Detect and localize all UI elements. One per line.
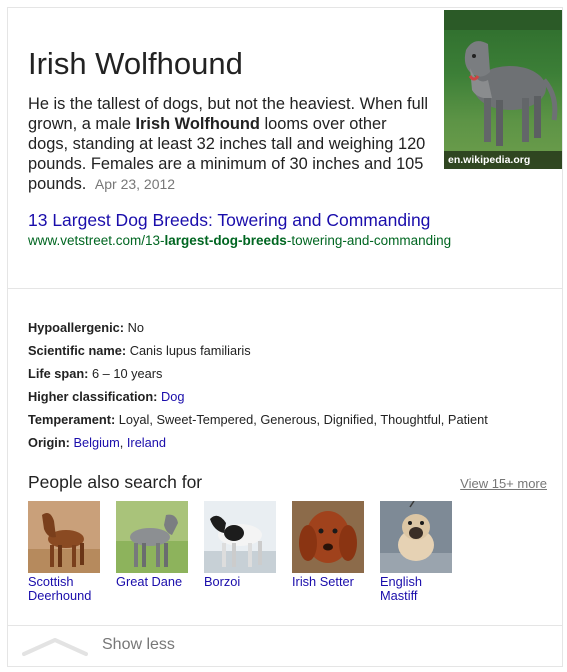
dog-thumbnail-icon: [380, 501, 452, 573]
related-breed-label[interactable]: Scottish Deerhound: [28, 575, 102, 603]
entity-image[interactable]: en.wikipedia.org: [444, 10, 562, 169]
view-more-link[interactable]: View 15+ more: [460, 476, 547, 491]
dog-thumbnail-icon: [292, 501, 364, 573]
fact-value: 6 – 10 years: [92, 366, 163, 381]
source-url: www.vetstreet.com/13-largest-dog-breeds-…: [28, 233, 451, 248]
related-breed-label[interactable]: Borzoi: [204, 575, 278, 589]
entity-title: Irish Wolfhound: [28, 46, 243, 81]
image-caption: en.wikipedia.org: [444, 151, 562, 169]
url-bold: largest-dog-breeds: [164, 233, 287, 248]
people-also-search-title: People also search for: [28, 472, 203, 492]
related-breed-label[interactable]: Great Dane: [116, 575, 190, 589]
related-breed-label[interactable]: English Mastiff: [380, 575, 454, 603]
chevron-up-icon[interactable]: [22, 634, 88, 658]
fact-link-dog[interactable]: Dog: [161, 389, 184, 404]
label-line-1: Great Dane: [116, 574, 183, 589]
label-line-2: Deerhound: [28, 588, 92, 603]
fact-link-belgium[interactable]: Belgium: [74, 435, 120, 450]
fact-label: Origin:: [28, 435, 70, 450]
fact-label: Hypoallergenic:: [28, 320, 125, 335]
dog-thumbnail-icon: [116, 501, 188, 573]
borzoi-thumbnail: [204, 501, 276, 573]
scottish-deerhound-thumbnail: [28, 501, 100, 573]
snippet-bold: Irish Wolfhound: [135, 115, 260, 133]
related-breed-scottish-deerhound[interactable]: Scottish Deerhound: [28, 501, 102, 603]
fact-value: No: [127, 320, 144, 335]
related-breed-label[interactable]: Irish Setter: [292, 575, 366, 589]
related-breed-great-dane[interactable]: Great Dane: [116, 501, 190, 589]
fact-higher-classification: Higher classification: Dog: [28, 385, 488, 408]
great-dane-thumbnail: [116, 501, 188, 573]
label-line-2: Mastiff: [380, 588, 418, 603]
related-breed-english-mastiff[interactable]: English Mastiff: [380, 501, 454, 603]
url-prefix: www.vetstreet.com/13-: [28, 233, 165, 248]
show-less-button[interactable]: Show less: [102, 636, 175, 654]
url-suffix: -towering-and-commanding: [286, 233, 452, 248]
fact-label: Scientific name:: [28, 343, 127, 358]
fact-scientific-name: Scientific name: Canis lupus familiaris: [28, 339, 488, 362]
dog-photo-icon: [444, 10, 562, 146]
snippet-date: Apr 23, 2012: [94, 176, 176, 192]
fact-label: Higher classification:: [28, 389, 158, 404]
label-line-1: Irish Setter: [292, 574, 354, 589]
dog-thumbnail-icon: [28, 501, 100, 573]
english-mastiff-thumbnail: [380, 501, 452, 573]
related-breed-irish-setter[interactable]: Irish Setter: [292, 501, 366, 589]
entity-snippet: He is the tallest of dogs, but not the h…: [28, 94, 428, 194]
fact-life-span: Life span: 6 – 10 years: [28, 362, 488, 385]
label-line-1: Borzoi: [204, 574, 241, 589]
fact-hypoallergenic: Hypoallergenic: No: [28, 316, 488, 339]
fact-origin: Origin: Belgium, Ireland: [28, 435, 167, 450]
label-line-1: Scottish: [28, 574, 74, 589]
label-line-1: English: [380, 574, 422, 589]
irish-setter-thumbnail: [292, 501, 364, 573]
dog-thumbnail-icon: [204, 501, 276, 573]
fact-label: Temperament:: [28, 412, 116, 427]
fact-link-ireland[interactable]: Ireland: [127, 435, 166, 450]
footer-divider: [8, 625, 562, 626]
source-link[interactable]: 13 Largest Dog Breeds: Towering and Comm…: [28, 210, 430, 231]
fact-label: Life span:: [28, 366, 89, 381]
related-breed-borzoi[interactable]: Borzoi: [204, 501, 278, 589]
fact-value: Loyal, Sweet-Tempered, Generous, Dignifi…: [118, 412, 488, 427]
fact-value: Canis lupus familiaris: [129, 343, 251, 358]
facts-list: Hypoallergenic: No Scientific name: Cani…: [28, 316, 488, 454]
section-divider: [8, 288, 562, 289]
knowledge-panel: Irish Wolfhound He is the tallest of dog…: [7, 7, 563, 667]
fact-temperament: Temperament: Loyal, Sweet-Tempered, Gene…: [28, 408, 488, 431]
